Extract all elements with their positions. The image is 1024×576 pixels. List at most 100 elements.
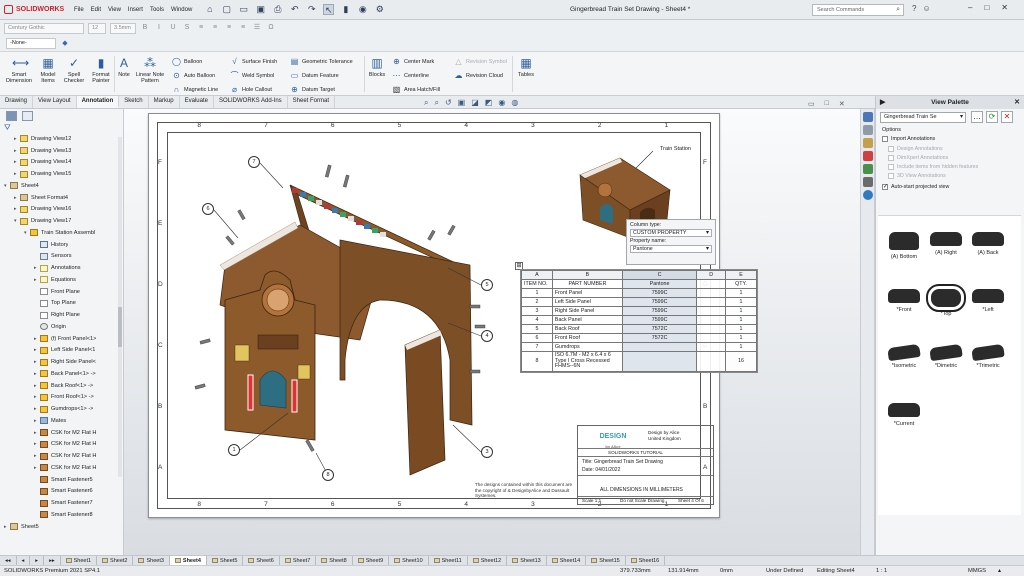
layer-select[interactable]: -None- — [6, 38, 56, 49]
document-select[interactable]: Gingerbread Train Se — [880, 112, 966, 123]
align-center-icon[interactable]: ≡ — [210, 23, 220, 33]
zoom-to-fit-icon[interactable]: ⌕ — [424, 98, 428, 108]
table-cell[interactable]: Gumdrops — [551, 342, 623, 352]
table-cell[interactable] — [696, 342, 727, 352]
model-items-button[interactable]: ▦ Model Items — [36, 56, 60, 84]
tab-evaluate[interactable]: Evaluate — [180, 96, 214, 108]
table-row[interactable]: 4 Back Panel 7599C 1 — [521, 315, 757, 325]
first-sheet-icon[interactable]: ◂◂ — [0, 555, 17, 566]
status-customize-icon[interactable]: ▴ — [998, 568, 1001, 574]
file-explorer-icon[interactable] — [863, 138, 873, 148]
table-cell[interactable]: Front Roof — [551, 333, 623, 343]
sheet-tab-sheet6[interactable]: Sheet6 — [243, 555, 280, 566]
tree-item[interactable]: ▸ Mates — [34, 415, 66, 427]
open-folder-icon[interactable]: ▭ — [238, 4, 249, 15]
bold-icon[interactable]: B — [140, 23, 150, 33]
sheet-tab-sheet4[interactable]: Sheet4 — [169, 555, 207, 566]
table-cell[interactable] — [696, 351, 727, 372]
undo-icon[interactable]: ↶ — [289, 4, 300, 15]
sheet-tab-sheet15[interactable]: Sheet15 — [586, 555, 626, 566]
table-cell[interactable]: 1 — [725, 306, 757, 316]
table-row[interactable]: 5 Back Roof 7572C 1 — [521, 324, 757, 334]
tree-item[interactable]: Smart Fastener8 — [34, 509, 93, 521]
status-units[interactable]: MMGS — [968, 568, 986, 574]
view-thumbnail[interactable]: (A) Back — [968, 232, 1008, 256]
section-view-icon[interactable]: ▣ — [458, 98, 466, 108]
tree-item[interactable]: History — [34, 239, 68, 251]
menu-view[interactable]: View — [108, 7, 121, 13]
sheet-tab-sheet8[interactable]: Sheet8 — [316, 555, 353, 566]
new-document-icon[interactable]: ▢ — [221, 4, 232, 15]
tree-item[interactable]: Front Plane — [34, 286, 80, 298]
print-icon[interactable]: ⎙ — [272, 4, 283, 15]
header-qty[interactable]: QTY. — [725, 279, 757, 289]
revision-cloud-button[interactable]: ☁ Revision Cloud — [454, 71, 504, 80]
tree-item[interactable]: ▸ Drawing View13 — [14, 145, 71, 157]
user-icon[interactable]: ☺ — [922, 4, 930, 13]
tree-item[interactable]: ▸ CSK for M2 Flat H — [34, 427, 96, 439]
view-thumbnail[interactable]: *Trimetric — [968, 343, 1008, 369]
geometric-tolerance-button[interactable]: ▤ Geometric Tolerance — [290, 57, 353, 66]
layer-properties-icon[interactable]: ◆ — [60, 39, 70, 49]
table-cell[interactable]: 7599C — [621, 306, 698, 316]
strikethrough-icon[interactable]: S — [182, 23, 192, 33]
table-cell[interactable]: 1 — [725, 333, 757, 343]
3d-view-annotations-checkbox[interactable]: 3D View Annotations — [888, 173, 946, 179]
sheet-tab-sheet10[interactable]: Sheet10 — [389, 555, 429, 566]
table-cell[interactable]: 1 — [725, 297, 757, 307]
maximize-icon[interactable]: □ — [984, 3, 989, 12]
refresh-icon[interactable]: ⟳ — [986, 111, 998, 123]
table-cell[interactable]: 7599C — [621, 297, 698, 307]
table-cell[interactable]: 1 — [725, 288, 757, 298]
options-gear-icon[interactable]: ⚙ — [374, 4, 385, 15]
table-cell[interactable] — [621, 351, 698, 372]
table-cell[interactable] — [696, 297, 727, 307]
tab-drawing[interactable]: Drawing — [0, 96, 34, 108]
symbol-icon[interactable]: Ω — [266, 23, 276, 33]
tree-item[interactable]: Smart Fastener6 — [34, 486, 93, 498]
italic-icon[interactable]: I — [154, 23, 164, 33]
solidworks-resources-icon[interactable] — [863, 112, 873, 122]
blocks-button[interactable]: ▥ Blocks — [366, 56, 388, 78]
tree-item[interactable]: ▸ Back Roof<1> -> — [34, 380, 93, 392]
center-mark-button[interactable]: ⊕ Center Mark — [392, 57, 434, 66]
sheet-tab-sheet11[interactable]: Sheet11 — [429, 555, 468, 566]
balloon-3[interactable]: 3 — [481, 446, 493, 458]
auto-start-projected-view-checkbox[interactable]: Auto-start projected view — [882, 184, 949, 190]
sheet-tab-sheet5[interactable]: Sheet5 — [207, 555, 244, 566]
table-row[interactable]: 7 Gumdrops 1 — [521, 342, 757, 352]
table-cell[interactable]: 16 — [725, 351, 757, 372]
tree-item[interactable]: ▸ Back Panel<1> -> — [34, 368, 96, 380]
linear-note-pattern-button[interactable]: ⁂ Linear Note Pattern — [134, 56, 166, 84]
tree-item[interactable]: ▸ Drawing View14 — [14, 157, 71, 169]
font-height-select[interactable]: 3.5mm — [110, 22, 136, 34]
tree-item[interactable]: ▸ Left Side Panel<1 — [34, 345, 95, 357]
table-row[interactable]: 1 Front Panel 7599C 1 — [521, 288, 757, 298]
balloon-1[interactable]: 1 — [228, 444, 240, 456]
col-letter-e[interactable]: E — [725, 270, 757, 280]
tree-item[interactable]: ▸ Drawing View15 — [14, 168, 71, 180]
col-letter-b[interactable]: B — [551, 270, 623, 280]
table-row[interactable]: 8 ISO 6.7M - M2 x 6.4 x 6 Type I Cross Re… — [521, 351, 757, 372]
tree-item[interactable]: ▸ CSK for M2 Flat H — [34, 439, 96, 451]
hide-show-icon[interactable]: ◉ — [498, 98, 505, 108]
table-cell[interactable]: 3 — [521, 306, 553, 316]
format-painter-button[interactable]: ▮ Format Painter — [88, 56, 114, 84]
table-cell[interactable]: ISO 6.7M - M2 x 6.4 x 6 Type I Cross Rec… — [551, 351, 623, 372]
table-row[interactable]: 3 Right Side Panel 7599C 1 — [521, 306, 757, 316]
view-thumbnail[interactable]: *Left — [968, 289, 1008, 313]
balloon-4[interactable]: 4 — [481, 330, 493, 342]
tree-item[interactable]: ▾ Sheet4 — [4, 180, 39, 192]
menu-tools[interactable]: Tools — [150, 7, 164, 13]
tables-button[interactable]: ▦ Tables — [514, 56, 538, 78]
previous-view-icon[interactable]: ↺ — [445, 98, 452, 108]
pin-icon[interactable]: ▶ — [880, 96, 885, 109]
scrollbar-thumb[interactable] — [118, 307, 122, 347]
note-button[interactable]: A Note — [116, 56, 132, 78]
tree-item[interactable]: ▾ Drawing View17 — [14, 215, 71, 227]
view-orientation-icon[interactable]: ◪ — [471, 98, 479, 108]
align-right-icon[interactable]: ≡ — [224, 23, 234, 33]
hole-callout-button[interactable]: ⌀ Hole Callout — [230, 85, 272, 94]
align-left-icon[interactable]: ≡ — [196, 23, 206, 33]
tree-item[interactable]: Sensors — [34, 251, 72, 263]
